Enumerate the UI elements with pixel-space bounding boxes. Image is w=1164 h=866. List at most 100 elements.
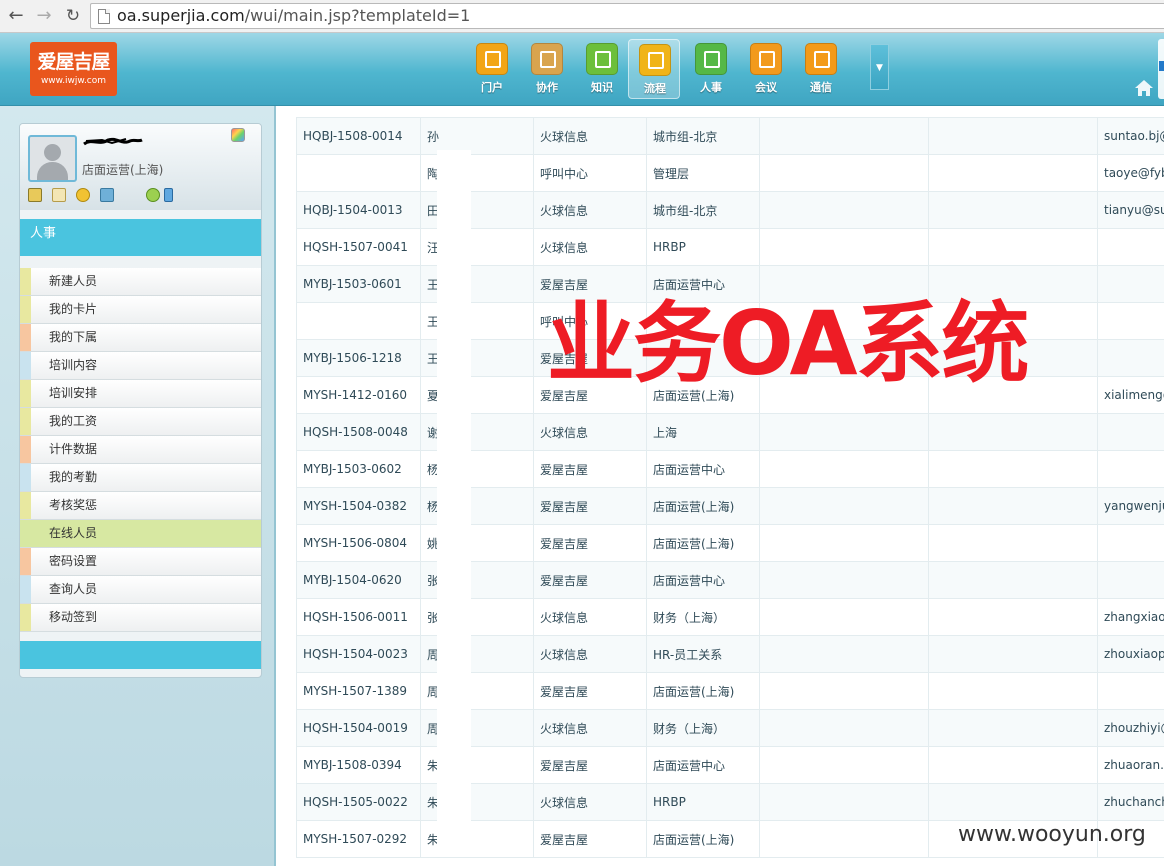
mobile-device-icon[interactable] — [164, 188, 173, 202]
empty-cell — [759, 117, 929, 155]
employee-code-cell: MYSH-1412-0160 — [296, 376, 421, 414]
company-logo[interactable]: 爱屋吉屋 www.iwjw.com — [30, 42, 117, 96]
company-cell: 爱屋吉屋 — [533, 487, 647, 525]
department-cell: 城市组-北京 — [646, 191, 760, 229]
empty-cell — [759, 709, 929, 747]
icon-glyph — [485, 51, 501, 68]
url-text[interactable]: oa.superjia.com/wui/main.jsp?templateId=… — [117, 6, 470, 26]
sidebar-item[interactable]: 查询人员 — [20, 576, 261, 604]
sidebar-item-accent — [20, 492, 31, 519]
logo-subtext: www.iwjw.com — [40, 76, 107, 86]
active-indicator — [261, 523, 262, 545]
company-cell: 火球信息 — [533, 635, 647, 673]
department-cell: 上海 — [646, 413, 760, 451]
lock-icon[interactable] — [76, 188, 90, 202]
table-row[interactable]: MYSH-1507-1389 周爱屋吉屋 店面运营(上海) — [296, 672, 1164, 710]
more-modules-button[interactable]: ▼ — [870, 44, 889, 90]
sidebar-item[interactable]: 在线人员 — [20, 520, 261, 548]
sidebar-item-label: 计件数据 — [49, 442, 98, 456]
redaction-mask — [437, 150, 471, 850]
module-clipboard[interactable]: 协作 — [521, 39, 573, 99]
sidebar-item[interactable]: 考核奖惩 — [20, 492, 261, 520]
table-row[interactable]: HQBJ-1504-0013 田火球信息 城市组-北京 tianyu@su — [296, 191, 1164, 229]
department-cell: 财务（上海） — [646, 709, 760, 747]
database-icon — [586, 43, 618, 75]
department-cell: HRBP — [646, 228, 760, 266]
module-mobile[interactable]: 通信 — [795, 39, 847, 99]
sidebar-item-accent — [20, 296, 31, 323]
email-cell — [1097, 413, 1164, 451]
table-row[interactable]: MYSH-1506-0804 姚爱屋吉屋 店面运营(上海) — [296, 524, 1164, 562]
table-row[interactable]: MYBJ-1504-0620 张爱屋吉屋 店面运营中心 — [296, 561, 1164, 599]
table-row[interactable]: 陶呼叫中心 管理层 taoye@fyb — [296, 154, 1164, 192]
module-home[interactable]: 门户 — [466, 39, 518, 99]
table-row[interactable]: MYBJ-1508-0394朱爱屋吉屋店面运营中心zhuaoran.b — [296, 746, 1164, 784]
panel-marker — [1159, 61, 1164, 71]
sidebar-item[interactable]: 新建人员 — [20, 268, 261, 296]
department-cell: 财务（上海） — [646, 598, 760, 636]
module-bar-chart[interactable]: 流程 — [628, 39, 680, 99]
reload-icon[interactable]: ↻ — [61, 4, 85, 28]
table-row[interactable]: HQBJ-1508-0014孙火球信息城市组-北京 suntao.bj@ — [296, 117, 1164, 155]
empty-cell — [759, 450, 929, 488]
table-row[interactable]: HQSH-1504-0023 周火球信息 HR-员工关系 zhouxiaopi — [296, 635, 1164, 673]
module-label: 门户 — [481, 81, 503, 94]
note-edit-icon[interactable] — [52, 188, 66, 202]
book-icon[interactable] — [28, 188, 42, 202]
empty-cell — [928, 154, 1098, 192]
email-cell — [1097, 228, 1164, 266]
table-row[interactable]: HQSH-1504-0019周火球信息财务（上海）zhouzhiyi@ — [296, 709, 1164, 747]
sidebar-item-accent — [20, 408, 31, 435]
employee-code-cell: MYBJ-1504-0620 — [296, 561, 421, 599]
employee-code-cell: MYSH-1504-0382 — [296, 487, 421, 525]
email-cell: zhuchanch — [1097, 783, 1164, 821]
department-cell: 店面运营(上海) — [646, 820, 760, 858]
sidebar-item[interactable]: 我的工资 — [20, 408, 261, 436]
sidebar-panel: 店面运营(上海) 人事 新建人员 我的卡片 我的下属 培训内容 培训安排 我的工资 计件数据… — [19, 123, 262, 678]
sidebar-item[interactable]: 我的卡片 — [20, 296, 261, 324]
status-icon[interactable] — [146, 188, 160, 202]
sidebar-item-label: 新建人员 — [49, 274, 98, 288]
email-cell: suntao.bj@ — [1097, 117, 1164, 155]
home-icon[interactable] — [1134, 78, 1154, 98]
table-row[interactable]: HQSH-1505-0022 朱火球信息 HRBP zhuchanch — [296, 783, 1164, 821]
sidebar-item[interactable]: 我的下属 — [20, 324, 261, 352]
redacted-user-name — [83, 137, 143, 146]
address-bar[interactable]: oa.superjia.com/wui/main.jsp?templateId=… — [90, 3, 1164, 29]
department-cell: 店面运营(上海) — [646, 672, 760, 710]
empty-cell — [928, 450, 1098, 488]
avatar[interactable] — [28, 135, 77, 182]
table-row[interactable]: HQSH-1507-0041 汪火球信息 HRBP — [296, 228, 1164, 266]
sidebar-menu: 新建人员我的卡片 我的下属 培训内容 培训安排 我的工资计件数据我的考勤 考核奖惩 在线人员… — [20, 268, 261, 632]
back-arrow-icon[interactable]: ← — [4, 4, 28, 28]
employee-code-cell: HQSH-1507-0041 — [296, 228, 421, 266]
module-label: 流程 — [644, 82, 666, 95]
url-path: /wui/main.jsp?templateId=1 — [244, 6, 471, 25]
theme-icon[interactable] — [231, 128, 245, 142]
sidebar-item[interactable]: 密码设置 — [20, 548, 261, 576]
sidebar-item[interactable]: 移动签到 — [20, 604, 261, 632]
table-row[interactable]: MYSH-1504-0382 杨爱屋吉屋 店面运营(上海) yangwenju — [296, 487, 1164, 525]
employee-code-cell: MYBJ-1503-0602 — [296, 450, 421, 488]
email-cell — [1097, 302, 1164, 340]
sidebar-item[interactable]: 我的考勤 — [20, 464, 261, 492]
sidebar-item[interactable]: 计件数据 — [20, 436, 261, 464]
employee-code-cell — [296, 302, 421, 340]
employee-code-cell: HQSH-1505-0022 — [296, 783, 421, 821]
module-phone[interactable]: 会议 — [740, 39, 792, 99]
employee-code-cell: HQSH-1508-0048 — [296, 413, 421, 451]
table-row[interactable]: HQSH-1508-0048 谢火球信息 上海 — [296, 413, 1164, 451]
overlay-title: 业务OA系统 — [547, 292, 1030, 395]
forward-arrow-icon[interactable]: → — [32, 4, 56, 28]
employee-code-cell: MYSH-1506-0804 — [296, 524, 421, 562]
table-row[interactable]: HQSH-1506-0011张火球信息财务（上海）zhangxiaov — [296, 598, 1164, 636]
sidebar-item[interactable]: 培训内容 — [20, 352, 261, 380]
empty-cell — [928, 561, 1098, 599]
empty-cell — [759, 820, 929, 858]
online-users-table: HQBJ-1508-0014孙火球信息城市组-北京suntao.bj@陶呼叫中心… — [296, 117, 1164, 858]
module-database[interactable]: 知识 — [576, 39, 628, 99]
module-card[interactable]: 人事 — [685, 39, 737, 99]
table-row[interactable]: MYBJ-1503-0602 杨爱屋吉屋 店面运营中心 — [296, 450, 1164, 488]
org-chart-icon[interactable] — [100, 188, 114, 202]
sidebar-item[interactable]: 培训安排 — [20, 380, 261, 408]
